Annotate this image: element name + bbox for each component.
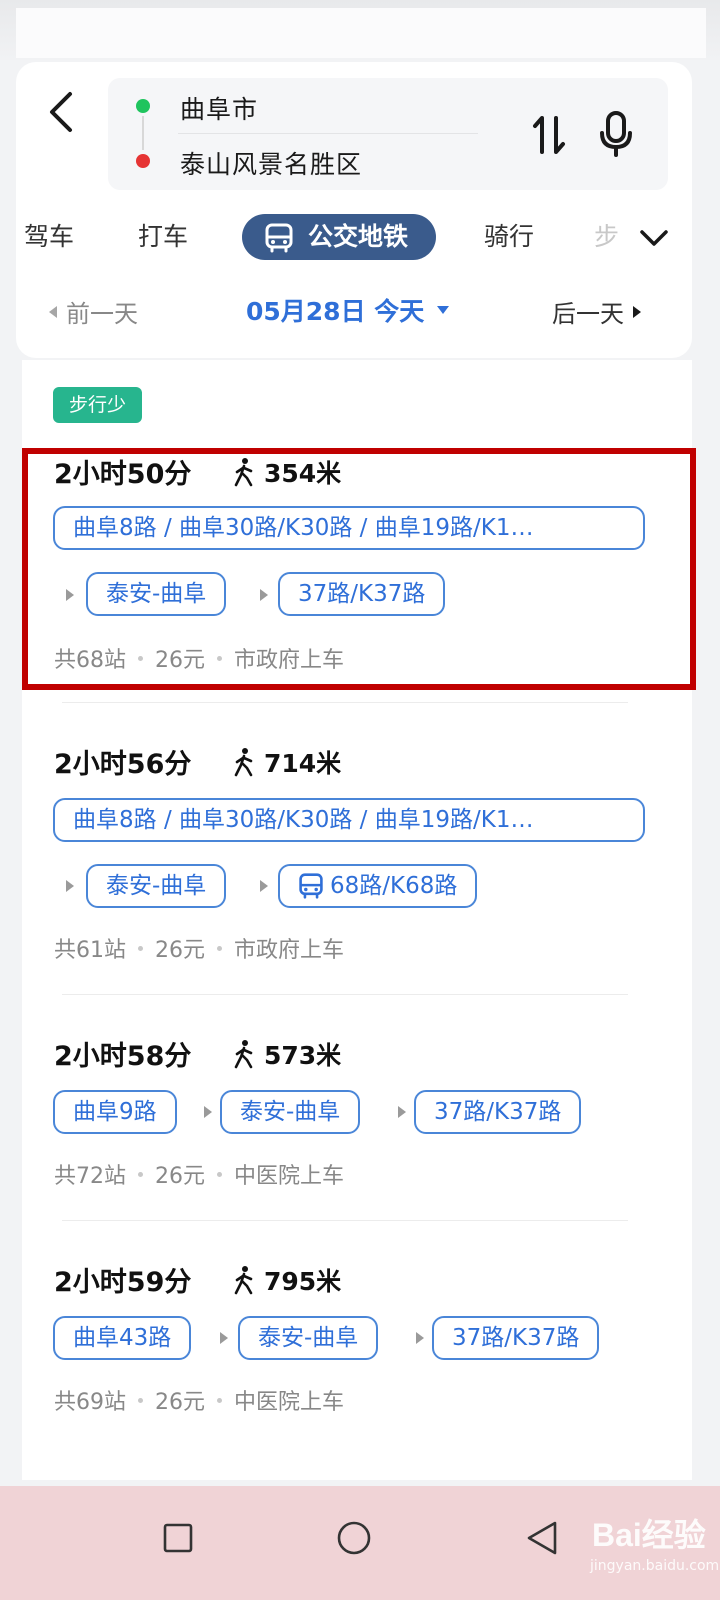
route-line-chip: 68路/K68路 [278, 864, 478, 908]
walking-person-icon [234, 748, 253, 777]
route-connector-line [142, 116, 144, 150]
route-walk: 795米 [232, 1262, 341, 1298]
triangle-back-icon [527, 1521, 557, 1555]
route-duration: 2小时58分 [54, 1041, 192, 1072]
voice-input-button[interactable] [594, 108, 638, 160]
microphone-icon [600, 111, 632, 157]
transfer-arrow-icon [220, 1332, 228, 1344]
back-button[interactable] [40, 88, 80, 136]
walking-person-icon [234, 1040, 253, 1069]
tab-drive[interactable]: 驾车 [24, 214, 74, 260]
watermark-logo: Bai经验 [592, 1517, 706, 1553]
route-divider [62, 702, 628, 703]
destination-dot-icon [136, 154, 150, 168]
transfer-arrow-icon [204, 1106, 212, 1118]
route-duration: 2小时56分 [54, 749, 192, 780]
date-selector[interactable]: 05月28日 今天 [246, 292, 450, 328]
top-bar [16, 8, 706, 58]
baidu-jingyan-watermark: Bai经验 jingyan.baidu.com [570, 1510, 719, 1590]
tab-transit[interactable]: 公交地铁 [242, 214, 436, 260]
bus-icon [299, 873, 323, 899]
meta-separator [138, 1171, 143, 1177]
search-divider [178, 133, 478, 134]
bus-icon [265, 223, 293, 253]
fare: 26元 [155, 938, 205, 963]
caret-right-icon [633, 305, 641, 318]
swap-arrows-icon [533, 116, 565, 154]
route-line-chip: 37路/K37路 [414, 1090, 582, 1134]
transfer-arrow-icon [416, 1332, 424, 1344]
meta-separator [217, 945, 222, 951]
caret-down-icon [437, 306, 450, 314]
route-meta: 共61站 26元 市政府上车 [54, 932, 344, 964]
boarding-stop: 中医院上车 [234, 1390, 345, 1415]
highlight-box [22, 448, 696, 690]
chevron-left-icon [50, 92, 72, 132]
less-walking-badge: 步行少 [53, 387, 143, 423]
route-line-chip: 泰安-曲阜 [220, 1090, 361, 1134]
circle-icon [337, 1521, 371, 1555]
meta-separator [138, 1397, 143, 1403]
route-line-chip: 曲阜8路 / 曲阜30路/K30路 / 曲阜19路/K1… [53, 798, 645, 842]
route-line-chip: 泰安-曲阜 [86, 864, 227, 908]
route-meta: 共69站 26元 中医院上车 [54, 1384, 344, 1416]
transfer-arrow-icon [66, 880, 74, 892]
home-button[interactable] [324, 1508, 384, 1568]
route-meta: 共72站 26元 中医院上车 [54, 1158, 344, 1190]
system-back-button[interactable] [512, 1508, 572, 1568]
next-day-label: 后一天 [552, 300, 624, 328]
route-line-chip: 曲阜43路 [53, 1316, 192, 1360]
route-line-label: 68路/K68路 [330, 873, 458, 899]
transfer-arrow-icon [260, 880, 268, 892]
route-line-chip: 曲阜9路 [53, 1090, 177, 1134]
swap-button[interactable] [528, 110, 570, 160]
transfer-arrow-icon [398, 1106, 406, 1118]
prev-day-button[interactable]: 前一天 [48, 294, 138, 329]
next-day-button[interactable]: 后一天 [552, 294, 642, 329]
route-divider [62, 1220, 628, 1221]
meta-separator [138, 945, 143, 951]
origin-input[interactable]: 曲阜市 [180, 90, 258, 126]
fare: 26元 [155, 1164, 205, 1189]
route-walk: 573米 [232, 1036, 341, 1072]
meta-separator [217, 1397, 222, 1403]
walking-person-icon [234, 1266, 253, 1295]
prev-day-label: 前一天 [66, 300, 138, 328]
fare: 26元 [155, 1390, 205, 1415]
route-divider [62, 994, 628, 995]
date-label: 05月28日 今天 [246, 297, 425, 326]
stop-count: 共72站 [54, 1164, 126, 1189]
tab-transit-label: 公交地铁 [308, 222, 409, 251]
recent-apps-button[interactable] [148, 1508, 208, 1568]
square-icon [163, 1523, 193, 1553]
watermark-url: jingyan.baidu.com [590, 1558, 720, 1574]
route-duration: 2小时59分 [54, 1267, 192, 1298]
route-card[interactable]: 2小时59分 795米 曲阜43路 泰安-曲阜 37路/K37路 共69站 26… [22, 1256, 692, 1426]
walk-distance: 573米 [264, 1041, 342, 1070]
tabs-expand-button[interactable] [634, 218, 674, 258]
destination-input[interactable]: 泰山风景名胜区 [180, 145, 362, 181]
walk-distance: 714米 [264, 749, 342, 778]
boarding-stop: 市政府上车 [234, 938, 345, 963]
chevron-down-icon [640, 230, 668, 246]
stop-count: 共69站 [54, 1390, 126, 1415]
walk-distance: 795米 [264, 1267, 342, 1296]
tab-taxi[interactable]: 打车 [138, 214, 188, 260]
route-walk: 714米 [232, 744, 341, 780]
boarding-stop: 中医院上车 [234, 1164, 345, 1189]
route-line-chip: 泰安-曲阜 [238, 1316, 379, 1360]
route-line-chip: 37路/K37路 [432, 1316, 600, 1360]
meta-separator [217, 1171, 222, 1177]
tab-walk[interactable]: 步 [594, 214, 624, 260]
tab-ride[interactable]: 骑行 [484, 214, 534, 260]
route-card[interactable]: 2小时56分 714米 曲阜8路 / 曲阜30路/K30路 / 曲阜19路/K1… [22, 738, 692, 978]
stop-count: 共61站 [54, 938, 126, 963]
origin-dot-icon [136, 99, 150, 113]
caret-left-icon [49, 305, 57, 318]
route-card[interactable]: 2小时58分 573米 曲阜9路 泰安-曲阜 37路/K37路 共72站 26元… [22, 1030, 692, 1200]
